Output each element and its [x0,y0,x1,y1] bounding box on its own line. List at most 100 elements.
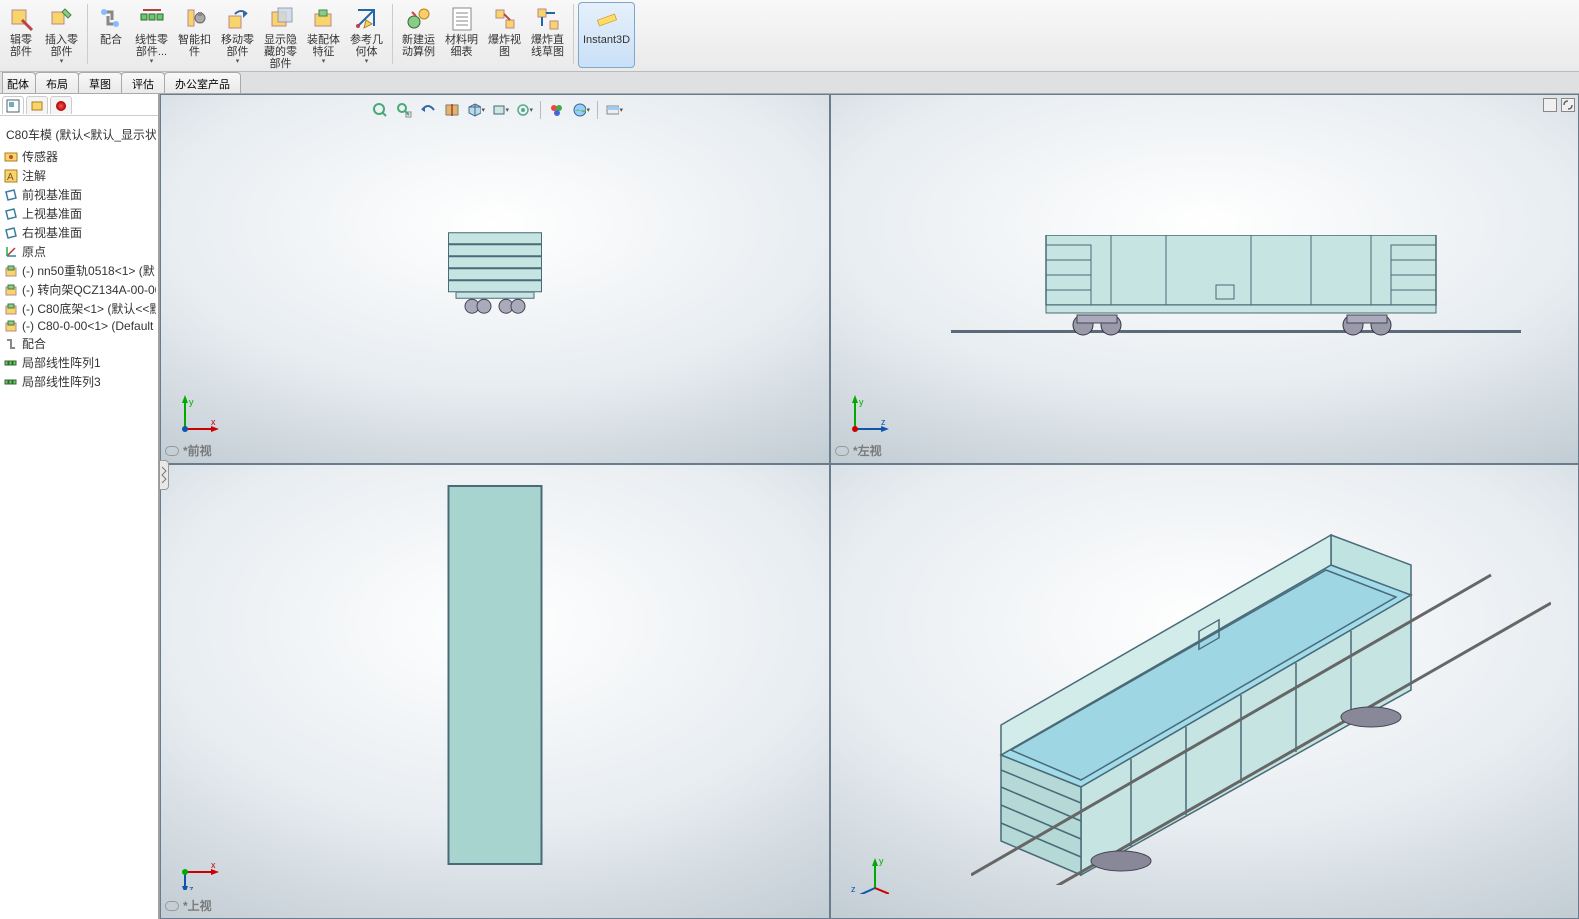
ribbon-button[interactable]: 参考几何体▾ [345,2,388,68]
feature-tree: C80车模 (默认<默认_显示状态 传感器 A 注解前视基准面上视基准面右视基准面原… [0,116,158,919]
ribbon-button[interactable]: Instant3D [578,2,635,68]
tree-item-label: 前视基准面 [22,186,82,203]
ribbon-button[interactable]: 配合 [92,2,130,68]
tree-item[interactable]: 前视基准面 [2,185,156,204]
ribbon-label: 智能扣 [178,34,211,46]
annot-icon: A [4,169,18,183]
ribbon-icon [98,6,124,32]
tree-item[interactable]: (-) C80-0-00<1> (Default [2,318,156,334]
viewport-single-icon[interactable] [1543,98,1557,112]
section-view-icon[interactable] [442,100,462,120]
property-manager-tab-icon[interactable] [26,96,48,114]
model-left-view [951,235,1521,345]
view-settings-icon[interactable]: ▾ [604,100,624,120]
ribbon-icon [49,6,75,32]
ribbon-toolbar: 辑零部件插入零部件▾配合线性零部件...▾智能扣件移动零部件▾显示隐藏的零部件装… [0,0,1579,72]
hide-show-icon[interactable]: ▾ [514,100,534,120]
part-icon [4,319,18,333]
ribbon-button[interactable]: 爆炸视图 [483,2,526,68]
plane-icon [4,188,18,202]
display-style-icon[interactable]: ▾ [490,100,510,120]
svg-text:x: x [211,860,216,870]
previous-view-icon[interactable] [418,100,438,120]
ribbon-label: 插入零 [45,34,78,46]
part-icon [4,283,18,297]
svg-text:y: y [859,397,864,407]
ribbon-icon [354,6,380,32]
edit-appearance-icon[interactable] [547,100,567,120]
ribbon-button[interactable]: 移动零部件▾ [216,2,259,68]
ribbon-button[interactable]: 智能扣件 [173,2,216,68]
ribbon-label: 线性零 [135,34,168,46]
viewport-label: *前视 [165,442,212,459]
chevron-down-icon: ▾ [322,58,326,66]
origin-icon [4,245,18,259]
tree-item[interactable]: 原点 [2,242,156,261]
ribbon-label: 部件 [227,46,249,58]
triad-icon: yz [849,395,889,435]
tree-item[interactable]: 传感器 [2,147,156,166]
tree-item[interactable]: 局部线性阵列1 [2,353,156,372]
ribbon-label: 参考几 [350,34,383,46]
tree-root-label[interactable]: C80车模 (默认<默认_显示状态 [2,120,156,147]
svg-text:z: z [851,884,856,894]
apply-scene-icon[interactable]: ▾ [571,100,591,120]
part-icon [4,264,18,278]
ribbon-icon [492,6,518,32]
viewport-front[interactable]: yx *前视 [160,94,830,464]
plane-icon [4,226,18,240]
ribbon-label: 部件 [10,46,32,58]
ribbon-button[interactable]: 材料明细表 [440,2,483,68]
viewport-link-icon[interactable] [1561,98,1575,112]
ribbon-button[interactable]: 装配体特征▾ [302,2,345,68]
ribbon-button[interactable]: 新建运动算例 [397,2,440,68]
viewport-left[interactable]: yz *左视 [830,94,1579,464]
ribbon-icon [182,6,208,32]
tree-item-label: 配合 [22,335,46,352]
appearances-tab-icon[interactable] [50,96,72,114]
command-tab[interactable]: 配体 [2,72,36,93]
feature-tree-tab-icon[interactable] [2,96,24,114]
command-tab[interactable]: 评估 [121,72,165,93]
heads-up-view-toolbar: ▾ ▾ ▾ ▾ ▾ [370,100,624,120]
panel-expand-handle[interactable] [159,460,169,490]
tree-item[interactable]: (-) nn50重轨0518<1> (默 [2,261,156,280]
tree-item[interactable]: 上视基准面 [2,204,156,223]
ribbon-label: 何体 [356,46,378,58]
tree-item-label: 局部线性阵列1 [22,354,101,371]
ribbon-icon [139,6,165,32]
link-icon [165,901,179,911]
sensor-icon [4,150,18,164]
tree-item[interactable]: (-) C80底架<1> (默认<<默 [2,299,156,318]
tree-item[interactable]: A 注解 [2,166,156,185]
tree-item[interactable]: 右视基准面 [2,223,156,242]
zoom-fit-icon[interactable] [370,100,390,120]
ribbon-button[interactable]: 爆炸直线草图 [526,2,569,68]
ribbon-label: 特征 [313,46,335,58]
zoom-area-icon[interactable] [394,100,414,120]
tree-item-label: 注解 [22,167,46,184]
ribbon-button[interactable]: 显示隐藏的零部件 [259,2,302,68]
ribbon-button[interactable]: 插入零部件▾ [40,2,83,68]
plane-icon [4,207,18,221]
view-orientation-icon[interactable]: ▾ [466,100,486,120]
ribbon-label: 显示隐 [264,34,297,46]
ribbon-icon [311,6,337,32]
ribbon-button[interactable]: 辑零部件 [2,2,40,68]
tree-item[interactable]: (-) 转向架QCZ134A-00-00 [2,280,156,299]
command-tab[interactable]: 草图 [78,72,122,93]
ribbon-label: 细表 [451,46,473,58]
tree-item[interactable]: 配合 [2,334,156,353]
command-tab[interactable]: 办公室产品 [164,72,241,93]
ribbon-label: 移动零 [221,34,254,46]
command-tab[interactable]: 布局 [35,72,79,93]
ribbon-icon [268,6,294,32]
viewport-isometric[interactable]: y x z [830,464,1579,919]
ribbon-button[interactable]: 线性零部件...▾ [130,2,173,68]
viewport-label: *上视 [165,897,212,914]
tree-item[interactable]: 局部线性阵列3 [2,372,156,391]
mate-icon [4,337,18,351]
viewport-top[interactable]: xz *上视 [160,464,830,919]
ribbon-icon [594,6,620,32]
svg-text:z: z [881,417,886,427]
